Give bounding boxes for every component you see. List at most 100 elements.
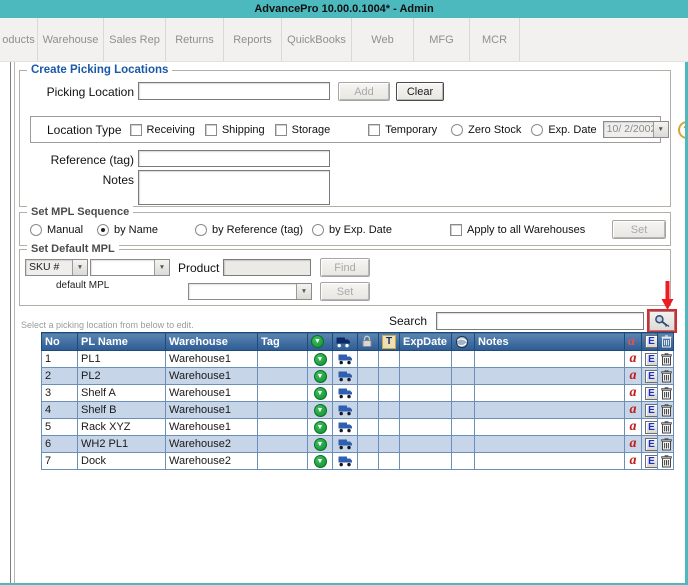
edit-E-icon[interactable]: E bbox=[645, 387, 658, 400]
exp-date-radio-circle[interactable] bbox=[531, 124, 543, 136]
shipping-checkbox[interactable]: Shipping bbox=[205, 124, 265, 136]
storage-checkbox-box[interactable] bbox=[275, 124, 287, 136]
cell-edit-action[interactable]: E bbox=[642, 453, 658, 470]
edit-E-icon[interactable]: E bbox=[645, 353, 658, 366]
by-reference-radio[interactable]: by Reference (tag) bbox=[195, 224, 303, 236]
cell-font-action[interactable]: a bbox=[625, 453, 642, 470]
by-name-radio-circle[interactable] bbox=[97, 224, 109, 236]
chevron-down-icon[interactable]: ▼ bbox=[653, 122, 668, 137]
temporary-checkbox-box[interactable] bbox=[368, 124, 380, 136]
cell-font-action[interactable]: a bbox=[625, 385, 642, 402]
trash-icon[interactable] bbox=[661, 404, 672, 417]
table-row[interactable]: 3 Shelf A Warehouse1 ▼ a E bbox=[42, 385, 674, 402]
apply-all-warehouses-checkbox-box[interactable] bbox=[450, 224, 462, 236]
storage-checkbox[interactable]: Storage bbox=[275, 124, 331, 136]
menu-item-web[interactable]: Web bbox=[352, 18, 414, 61]
cell-tag bbox=[258, 351, 308, 368]
shipping-checkbox-box[interactable] bbox=[205, 124, 217, 136]
edit-E-icon[interactable]: E bbox=[645, 455, 658, 468]
menu-item-returns[interactable]: Returns bbox=[166, 18, 224, 61]
zero-stock-radio-circle[interactable] bbox=[451, 124, 463, 136]
chevron-down-icon[interactable]: ▼ bbox=[296, 284, 311, 299]
trash-icon[interactable] bbox=[661, 353, 672, 366]
table-row[interactable]: 6 WH2 PL1 Warehouse2 ▼ a E bbox=[42, 436, 674, 453]
trash-icon[interactable] bbox=[661, 455, 672, 468]
exp-date-combo[interactable]: 10/ 2/2002 ▼ bbox=[603, 121, 669, 138]
receiving-checkbox-box[interactable] bbox=[130, 124, 142, 136]
search-input[interactable] bbox=[436, 312, 644, 330]
cell-edit-action[interactable]: E bbox=[642, 385, 658, 402]
cell-edit-action[interactable]: E bbox=[642, 419, 658, 436]
cell-font-action[interactable]: a bbox=[625, 419, 642, 436]
cell-delete-action[interactable] bbox=[658, 351, 674, 368]
cell-edit-action[interactable]: E bbox=[642, 402, 658, 419]
edit-E-icon[interactable]: E bbox=[645, 404, 658, 417]
by-name-radio[interactable]: by Name bbox=[97, 224, 158, 236]
notes-textarea[interactable] bbox=[138, 170, 330, 205]
cell-delete-action[interactable] bbox=[658, 402, 674, 419]
by-exp-date-radio-circle[interactable] bbox=[312, 224, 324, 236]
add-button[interactable]: Add bbox=[338, 82, 390, 101]
menu-item-products[interactable]: oducts bbox=[0, 18, 38, 61]
table-row[interactable]: 2 PL2 Warehouse1 ▼ a E bbox=[42, 368, 674, 385]
default-mpl-combo[interactable]: ▼ bbox=[188, 283, 312, 300]
menu-item-quickbooks[interactable]: QuickBooks bbox=[282, 18, 352, 61]
menu-item-mfg[interactable]: MFG bbox=[414, 18, 470, 61]
clear-button[interactable]: Clear bbox=[396, 82, 444, 101]
receiving-checkbox[interactable]: Receiving bbox=[130, 124, 195, 136]
search-button[interactable] bbox=[649, 311, 675, 331]
font-a-icon[interactable]: a bbox=[630, 351, 637, 366]
zero-stock-radio[interactable]: Zero Stock bbox=[451, 124, 521, 136]
table-row[interactable]: 4 Shelf B Warehouse1 ▼ a E bbox=[42, 402, 674, 419]
cell-delete-action[interactable] bbox=[658, 436, 674, 453]
mpl-sequence-set-button[interactable]: Set bbox=[612, 220, 666, 239]
picking-location-input[interactable] bbox=[138, 82, 330, 100]
cell-font-action[interactable]: a bbox=[625, 351, 642, 368]
default-mpl-set-button[interactable]: Set bbox=[320, 282, 370, 301]
by-reference-radio-circle[interactable] bbox=[195, 224, 207, 236]
font-a-icon[interactable]: a bbox=[630, 385, 637, 400]
by-exp-date-radio[interactable]: by Exp. Date bbox=[312, 224, 392, 236]
trash-icon[interactable] bbox=[661, 438, 672, 451]
menu-item-reports[interactable]: Reports bbox=[224, 18, 282, 61]
reference-tag-input[interactable] bbox=[138, 150, 330, 167]
menu-item-warehouse[interactable]: Warehouse bbox=[38, 18, 104, 61]
trash-icon[interactable] bbox=[661, 387, 672, 400]
trash-icon[interactable] bbox=[661, 370, 672, 383]
manual-radio-circle[interactable] bbox=[30, 224, 42, 236]
temporary-checkbox[interactable]: Temporary bbox=[368, 124, 437, 136]
cell-delete-action[interactable] bbox=[658, 385, 674, 402]
cell-delete-action[interactable] bbox=[658, 368, 674, 385]
edit-E-icon[interactable]: E bbox=[645, 421, 658, 434]
cell-edit-action[interactable]: E bbox=[642, 368, 658, 385]
table-row[interactable]: 5 Rack XYZ Warehouse1 ▼ a E bbox=[42, 419, 674, 436]
cell-edit-action[interactable]: E bbox=[642, 351, 658, 368]
apply-all-warehouses-checkbox[interactable]: Apply to all Warehouses bbox=[450, 224, 585, 236]
font-a-icon[interactable]: a bbox=[630, 402, 637, 417]
find-button[interactable]: Find bbox=[320, 258, 370, 277]
trash-icon[interactable] bbox=[661, 421, 672, 434]
font-a-icon[interactable]: a bbox=[630, 368, 637, 383]
manual-radio[interactable]: Manual bbox=[30, 224, 83, 236]
table-row[interactable]: 1 PL1 Warehouse1 ▼ a E bbox=[42, 351, 674, 368]
exp-date-radio[interactable]: Exp. Date bbox=[531, 124, 596, 136]
edit-E-icon[interactable]: E bbox=[645, 370, 658, 383]
edit-E-icon[interactable]: E bbox=[645, 438, 658, 451]
chevron-down-icon[interactable]: ▼ bbox=[72, 260, 87, 275]
menu-item-sales-rep[interactable]: Sales Rep bbox=[104, 18, 166, 61]
table-row[interactable]: 7 Dock Warehouse2 ▼ a E bbox=[42, 453, 674, 470]
cell-edit-action[interactable]: E bbox=[642, 436, 658, 453]
chevron-down-icon[interactable]: ▼ bbox=[154, 260, 169, 275]
product-input[interactable] bbox=[223, 259, 311, 276]
cell-delete-action[interactable] bbox=[658, 419, 674, 436]
cell-font-action[interactable]: a bbox=[625, 436, 642, 453]
cell-delete-action[interactable] bbox=[658, 453, 674, 470]
cell-font-action[interactable]: a bbox=[625, 402, 642, 419]
font-a-icon[interactable]: a bbox=[630, 419, 637, 434]
sku-combo[interactable]: SKU # ▼ bbox=[25, 259, 88, 276]
cell-font-action[interactable]: a bbox=[625, 368, 642, 385]
font-a-icon[interactable]: a bbox=[630, 453, 637, 468]
font-a-icon[interactable]: a bbox=[630, 436, 637, 451]
sku-value-combo[interactable]: ▼ bbox=[90, 259, 170, 276]
menu-item-mcr[interactable]: MCR bbox=[470, 18, 520, 61]
